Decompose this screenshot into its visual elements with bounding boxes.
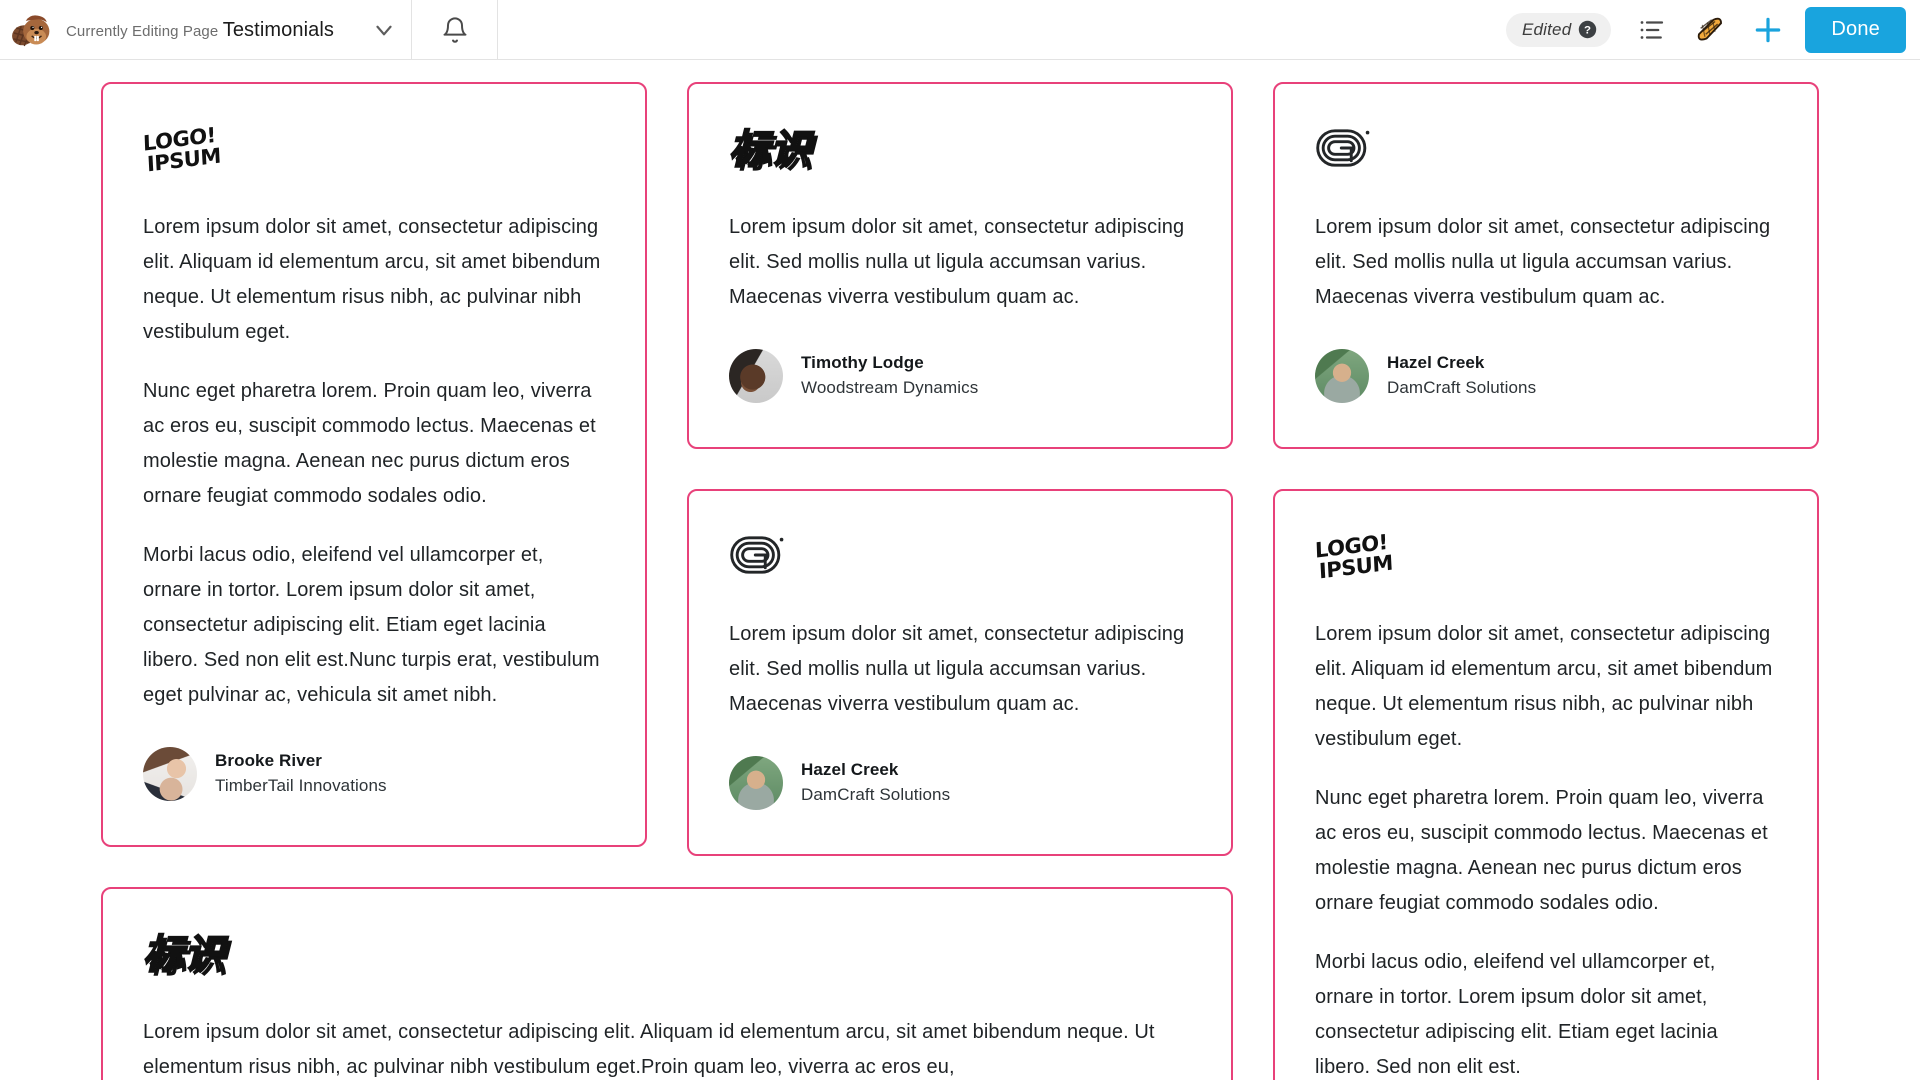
testimonial-author: Hazel Creek DamCraft Solutions (1315, 349, 1777, 403)
masonry-column-1: LOGO! IPSUM Lorem ipsum dolor sit amet, co… (101, 82, 1233, 1080)
testimonial-card[interactable]: LOGO! IPSUM Lorem ipsum dolor sit amet, co… (1273, 489, 1819, 1080)
author-company: DamCraft Solutions (1387, 378, 1537, 397)
masonry-column-2: 标识 Lorem ipsum dolor sit amet, consectetu… (687, 82, 1233, 896)
plus-icon (1752, 14, 1784, 46)
card-logo: 标识 (142, 929, 1191, 981)
avatar (1315, 349, 1369, 403)
wood-plank-button[interactable] (1683, 3, 1737, 57)
author-name: Hazel Creek (801, 760, 899, 780)
card-body: Lorem ipsum dolor sit amet, consectetur … (1315, 617, 1777, 1080)
testimonial-paragraph: Lorem ipsum dolor sit amet, consectetur … (1315, 623, 1773, 750)
card-body: Lorem ipsum dolor sit amet, consectetur … (1315, 210, 1777, 315)
card-logo (729, 531, 1191, 583)
author-company: TimberTail Innovations (215, 776, 387, 795)
card-body: Lorem ipsum dolor sit amet, consectetur … (729, 210, 1191, 315)
logo-cjk-icon: 标识 (142, 932, 225, 978)
testimonial-author: Timothy Lodge Woodstream Dynamics (729, 349, 1191, 403)
author-text: Hazel Creek DamCraft Solutions (1387, 351, 1536, 400)
outline-list-button[interactable] (1625, 3, 1679, 57)
add-module-button[interactable] (1741, 3, 1795, 57)
logo-ipsum-icon: LOGO! IPSUM (1315, 530, 1394, 584)
logo-ipsum-icon: LOGO! IPSUM (143, 123, 222, 177)
notification-bell-icon (441, 16, 469, 44)
author-name: Timothy Lodge (801, 353, 924, 373)
testimonials-masonry: LOGO! IPSUM Lorem ipsum dolor sit amet, co… (101, 82, 1819, 1080)
avatar (729, 349, 783, 403)
testimonial-paragraph: Lorem ipsum dolor sit amet, consectetur … (1315, 216, 1771, 308)
notification-button[interactable] (412, 0, 498, 60)
svg-text:?: ? (1584, 25, 1591, 37)
card-body: Lorem ipsum dolor sit amet, consectetur … (143, 1015, 1191, 1080)
logo-cjk-icon: 标识 (728, 127, 811, 173)
toolbar-actions: Edited ? Done (1505, 0, 1920, 60)
help-circle-icon[interactable]: ? (1578, 20, 1597, 39)
logo-spiral-icon (1315, 128, 1373, 173)
card-logo: LOGO! IPSUM (143, 123, 605, 177)
author-text: Brooke River TimberTail Innovations (215, 749, 387, 798)
author-company: Woodstream Dynamics (801, 378, 979, 397)
testimonial-card[interactable]: LOGO! IPSUM Lorem ipsum dolor sit amet, co… (101, 82, 647, 847)
card-body: Lorem ipsum dolor sit amet, consectetur … (729, 617, 1191, 722)
testimonial-paragraph: Lorem ipsum dolor sit amet, consectetur … (143, 1021, 1155, 1078)
testimonial-card[interactable]: 标识 Lorem ipsum dolor sit amet, consectetu… (687, 82, 1233, 449)
wood-plank-icon (1693, 15, 1727, 45)
page-title: Testimonials (222, 18, 334, 41)
testimonial-author: Hazel Creek DamCraft Solutions (729, 756, 1191, 810)
testimonial-paragraph: Lorem ipsum dolor sit amet, consectetur … (143, 216, 601, 343)
card-logo (1315, 124, 1777, 176)
testimonial-card[interactable]: Lorem ipsum dolor sit amet, consectetur … (687, 489, 1233, 856)
editing-eyebrow: Currently Editing Page (66, 22, 219, 40)
testimonial-card[interactable]: Lorem ipsum dolor sit amet, consectetur … (1273, 82, 1819, 449)
testimonial-paragraph: Nunc eget pharetra lorem. Proin quam leo… (1315, 787, 1768, 914)
testimonial-card-wide[interactable]: 标识 Lorem ipsum dolor sit amet, consectetu… (101, 887, 1233, 1080)
avatar (729, 756, 783, 810)
testimonial-paragraph: Lorem ipsum dolor sit amet, consectetur … (729, 216, 1185, 308)
page-canvas: LOGO! IPSUM Lorem ipsum dolor sit amet, co… (0, 60, 1920, 1080)
masonry-column-3: Lorem ipsum dolor sit amet, consectetur … (1273, 82, 1819, 1080)
testimonial-paragraph: Morbi lacus odio, eleifend vel ullamcorp… (1315, 951, 1718, 1078)
beaver-logo-icon (10, 9, 52, 51)
card-logo: 标识 (728, 124, 1191, 176)
card-logo: LOGO! IPSUM (1315, 530, 1777, 584)
page-labels: Currently Editing Page Testimonials (66, 18, 371, 42)
page-selector[interactable]: Currently Editing Page Testimonials (0, 0, 412, 60)
logo-spiral-icon (729, 535, 787, 580)
chevron-down-icon[interactable] (371, 17, 397, 43)
author-name: Brooke River (215, 751, 323, 771)
outline-list-icon (1637, 15, 1667, 45)
card-body: Lorem ipsum dolor sit amet, consectetur … (143, 210, 605, 713)
done-button[interactable]: Done (1805, 6, 1906, 53)
edited-status-badge[interactable]: Edited ? (1505, 12, 1612, 47)
author-text: Hazel Creek DamCraft Solutions (801, 758, 950, 807)
author-name: Hazel Creek (1387, 353, 1485, 373)
top-toolbar: Currently Editing Page Testimonials Edit… (0, 0, 1920, 60)
testimonial-author: Brooke River TimberTail Innovations (143, 747, 605, 801)
author-text: Timothy Lodge Woodstream Dynamics (801, 351, 978, 400)
avatar (143, 747, 197, 801)
testimonial-paragraph: Lorem ipsum dolor sit amet, consectetur … (729, 623, 1185, 715)
testimonial-paragraph: Nunc eget pharetra lorem. Proin quam leo… (143, 380, 596, 507)
author-company: DamCraft Solutions (801, 785, 951, 804)
edited-label: Edited (1521, 19, 1572, 39)
testimonial-paragraph: Morbi lacus odio, eleifend vel ullamcorp… (143, 544, 600, 706)
